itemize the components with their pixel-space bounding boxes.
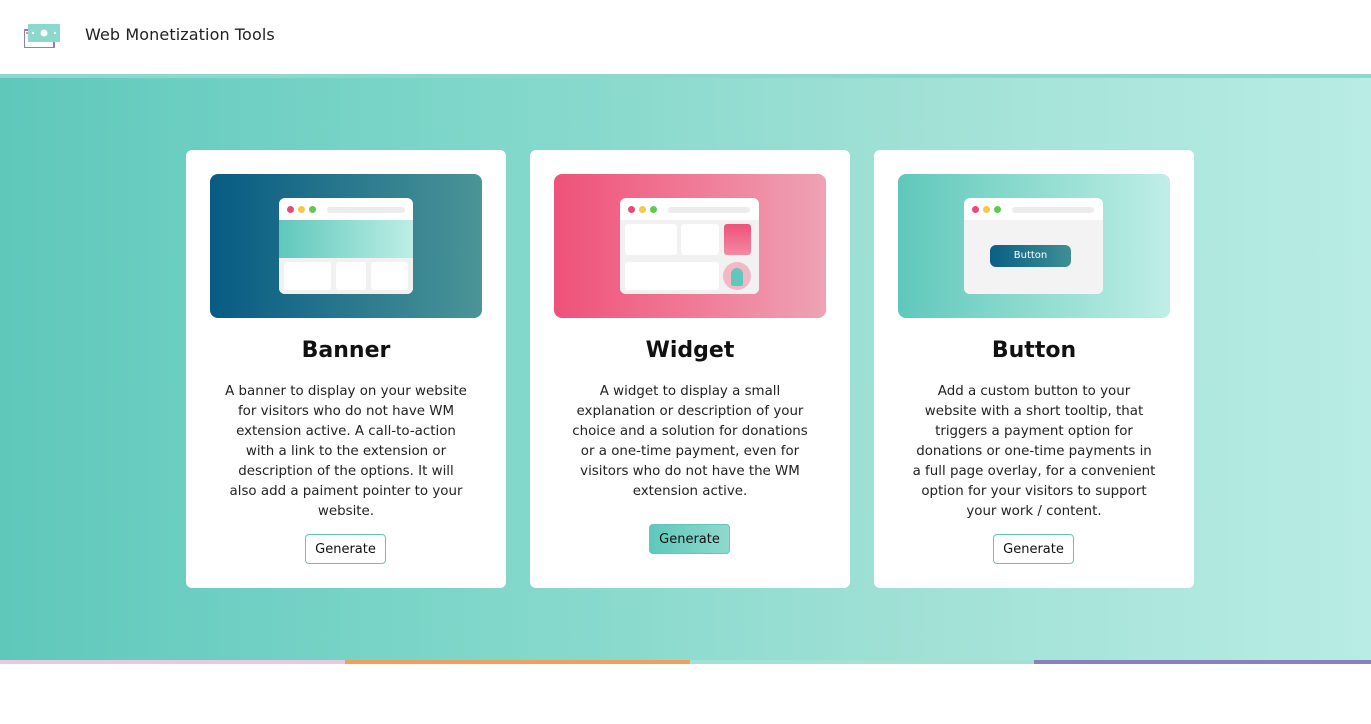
widget-preview-image — [554, 174, 826, 318]
avatar — [723, 262, 751, 290]
banner-preview-image — [210, 174, 482, 318]
generate-widget-button[interactable]: Generate — [649, 524, 730, 554]
banner-card: Banner A banner to display on your websi… — [186, 150, 506, 588]
preview-button: Button — [990, 245, 1071, 267]
card-description: Add a custom button to your website with… — [912, 384, 1156, 519]
card-title: Widget — [645, 338, 735, 363]
card-title: Banner — [301, 338, 391, 363]
browser-mockup — [279, 198, 413, 294]
browser-mockup: Button — [964, 198, 1103, 294]
card-description: A widget to display a small explanation … — [572, 384, 808, 499]
button-card: Button Button Add a custom button to you… — [874, 150, 1194, 588]
button-preview-image: Button — [898, 174, 1170, 318]
widget-card: Widget A widget to display a small expla… — [530, 150, 850, 588]
card-description: A banner to display on your website for … — [225, 384, 467, 519]
money-bill-icon[interactable] — [24, 24, 60, 48]
app-header: Web Monetization Tools — [0, 0, 1371, 74]
footer-color-bar — [0, 660, 1371, 664]
generate-banner-button[interactable]: Generate — [305, 534, 386, 564]
app-title[interactable]: Web Monetization Tools — [85, 25, 275, 44]
browser-mockup — [620, 198, 759, 294]
generate-button-button[interactable]: Generate — [993, 534, 1074, 564]
card-title: Button — [991, 338, 1077, 363]
